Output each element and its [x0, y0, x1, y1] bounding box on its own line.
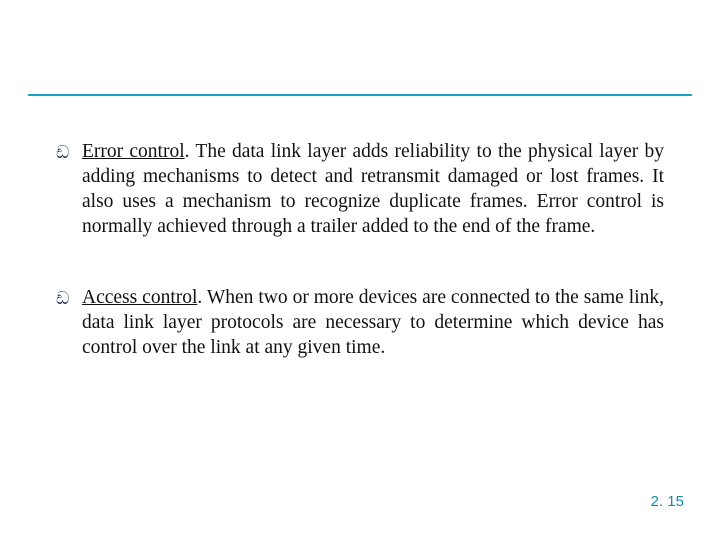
- list-item-text: Access control. When two or more devices…: [82, 286, 664, 361]
- bullet-icon: ඩ: [56, 286, 82, 310]
- list-item: ඩ Access control. When two or more devic…: [56, 286, 664, 361]
- list-item: ඩ Error control. The data link layer add…: [56, 140, 664, 240]
- list-item-lead: Access control: [82, 287, 197, 308]
- list-item-text: Error control. The data link layer adds …: [82, 140, 664, 240]
- page-number: 2. 15: [651, 493, 684, 510]
- horizontal-rule: [28, 94, 692, 96]
- slide: ඩ Error control. The data link layer add…: [0, 0, 720, 540]
- list-item-lead: Error control: [82, 141, 185, 162]
- content-area: ඩ Error control. The data link layer add…: [56, 140, 664, 407]
- bullet-icon: ඩ: [56, 140, 82, 164]
